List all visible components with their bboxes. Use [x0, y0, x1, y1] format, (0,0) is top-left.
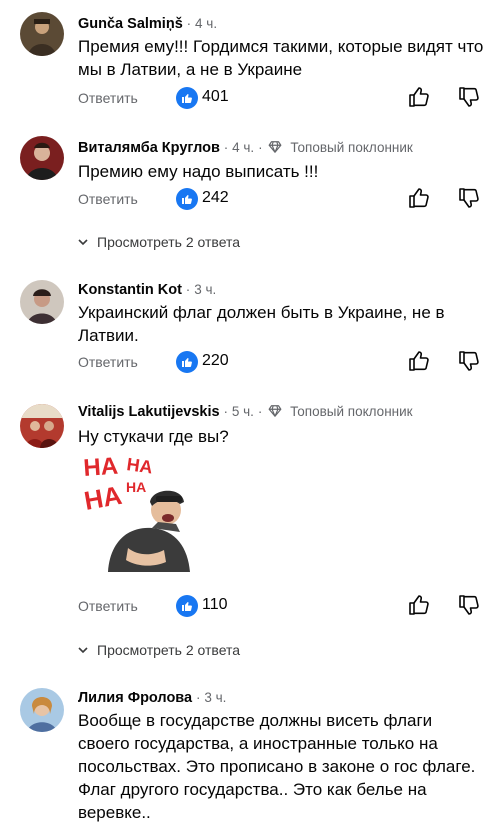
- comment-text: Премия ему!!! Гордимся такими, которые в…: [78, 37, 484, 79]
- like-count: 220: [202, 352, 229, 369]
- like-count: 242: [202, 189, 229, 206]
- thumbs-down-icon[interactable]: [457, 186, 481, 215]
- separator: ·: [186, 16, 192, 31]
- comment-header: Konstantin Kot · 3 ч.: [78, 280, 216, 299]
- reply-button[interactable]: Ответить: [78, 90, 138, 106]
- avatar[interactable]: [20, 136, 64, 180]
- like-count: 110: [202, 596, 228, 613]
- timestamp[interactable]: 3 ч.: [204, 690, 226, 705]
- view-replies-link[interactable]: Просмотреть 2 ответа: [78, 641, 240, 658]
- separator: ·: [185, 282, 191, 297]
- comment-actions: Ответить 242: [78, 185, 488, 215]
- top-fan-badge: Топовый поклонник: [290, 404, 413, 419]
- like-reaction-icon[interactable]: [176, 188, 198, 210]
- chevron-down-icon: [78, 233, 88, 249]
- thumbs-up-icon[interactable]: [407, 349, 431, 378]
- author-name[interactable]: Vitalijs Lakutijevskis: [78, 404, 220, 420]
- separator: ·: [223, 404, 228, 419]
- thumbs-down-icon[interactable]: [457, 85, 481, 114]
- comment-actions: Ответить 220: [78, 348, 488, 378]
- reply-button[interactable]: Ответить: [78, 598, 138, 614]
- comment-header: Gunča Salmiņš · 4 ч.: [78, 14, 217, 33]
- chevron-down-icon: [78, 641, 88, 657]
- sticker-text-ha-1: HA: [83, 453, 119, 482]
- comment-text: Вообще в государстве должны висеть флаги…: [78, 711, 476, 822]
- reply-button[interactable]: Ответить: [78, 191, 138, 207]
- avatar[interactable]: [20, 280, 64, 324]
- thumbs-down-icon[interactable]: [457, 593, 481, 622]
- thumbs-up-icon[interactable]: [407, 186, 431, 215]
- reply-button[interactable]: Ответить: [78, 354, 138, 370]
- avatar[interactable]: [20, 404, 64, 448]
- thumbs-up-icon[interactable]: [407, 85, 431, 114]
- thumbs-up-icon[interactable]: [407, 593, 431, 622]
- like-reaction-icon[interactable]: [176, 87, 198, 109]
- diamond-icon: [268, 404, 282, 422]
- comment-actions: Ответить 110: [78, 592, 488, 622]
- view-replies-label: Просмотреть 2 ответа: [97, 234, 241, 250]
- timestamp[interactable]: 5 ч.: [232, 404, 254, 419]
- view-replies-label: Просмотреть 2 ответа: [97, 642, 241, 658]
- avatar[interactable]: [20, 688, 64, 732]
- separator: ·: [223, 140, 229, 155]
- separator: ·: [258, 140, 263, 155]
- comment-header: Виталямба Круглов · 4 ч. · Топовый покло…: [78, 138, 413, 158]
- sticker-text-ha-2: HA: [125, 454, 154, 477]
- author-name[interactable]: Konstantin Kot: [78, 282, 182, 298]
- comment-text: Премию ему надо выписать !!!: [78, 162, 319, 181]
- comment-text: Ну стукачи где вы?: [78, 427, 229, 446]
- timestamp[interactable]: 3 ч.: [194, 282, 216, 297]
- sticker-text-ha-4: HA: [126, 479, 146, 495]
- thumbs-down-icon[interactable]: [457, 349, 481, 378]
- comment-text: Украинский флаг должен быть в Украине, н…: [78, 303, 445, 345]
- diamond-icon: [268, 140, 282, 158]
- top-fan-badge: Топовый поклонник: [290, 140, 413, 155]
- comment-header: Vitalijs Lakutijevskis · 5 ч. · Топовый …: [78, 402, 413, 422]
- sticker-text-ha-3: HA: [82, 480, 124, 516]
- laughing-sticker[interactable]: HA HA HA HA: [80, 452, 200, 572]
- timestamp[interactable]: 4 ч.: [195, 16, 217, 31]
- like-reaction-icon[interactable]: [176, 351, 198, 373]
- author-name[interactable]: Виталямба Круглов: [78, 140, 220, 156]
- like-count: 401: [202, 88, 229, 105]
- author-name[interactable]: Gunča Salmiņš: [78, 16, 183, 32]
- like-reaction-icon[interactable]: [176, 595, 198, 617]
- separator: ·: [196, 690, 201, 705]
- avatar[interactable]: [20, 12, 64, 56]
- comment-actions: Ответить 401: [78, 84, 488, 114]
- separator: ·: [257, 404, 263, 419]
- comment-header: Лилия Фролова · 3 ч.: [78, 688, 226, 707]
- author-name[interactable]: Лилия Фролова: [78, 690, 192, 706]
- timestamp[interactable]: 4 ч.: [232, 140, 254, 155]
- view-replies-link[interactable]: Просмотреть 2 ответа: [78, 233, 240, 250]
